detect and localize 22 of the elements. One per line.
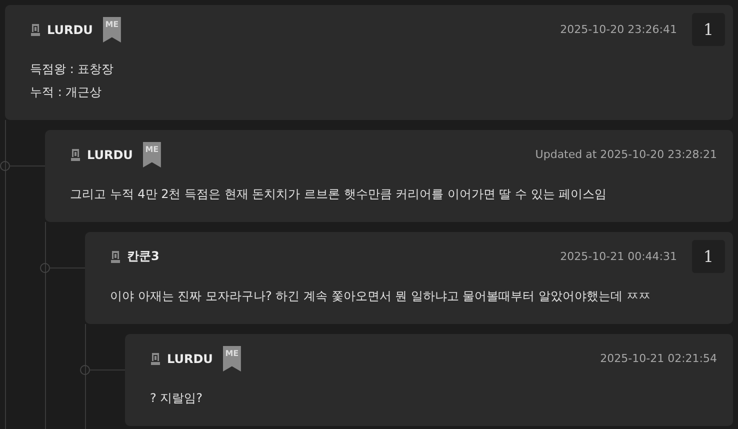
comment-text: 이야 아재는 진짜 모자라구나? 하긴 계속 쫓아오면서 뭔 일하냐고 물어볼때부터 알았어야했는데 ㅉㅉ — [110, 288, 652, 305]
author-name[interactable]: LURDU — [47, 22, 93, 36]
comment-text: 득점왕 : 표창장 — [30, 61, 115, 78]
user-icon — [30, 23, 41, 36]
reply-count[interactable]: 1 — [692, 240, 725, 273]
user-icon — [110, 250, 121, 263]
author-name[interactable]: 칸쿤3 — [127, 248, 160, 265]
user-icon — [150, 352, 161, 365]
me-badge: ME — [102, 16, 121, 42]
author-name[interactable]: LURDU — [167, 352, 213, 366]
user-icon — [70, 148, 81, 161]
timestamp: 2025-10-21 02:21:54 — [600, 352, 717, 365]
timestamp: Updated at 2025-10-20 23:28:21 — [535, 148, 717, 161]
author-name[interactable]: LURDU — [87, 148, 133, 162]
comment-text: 누적 : 개근상 — [30, 84, 103, 101]
comment-text: ? 지랄임? — [150, 390, 204, 407]
timestamp: 2025-10-20 23:26:41 — [560, 23, 677, 36]
comment-text: 그리고 누적 4만 2천 득점은 현재 돈치치가 르브론 햇수만큼 커리어를 이어가면 딸 수 있는 페이스임 — [70, 186, 608, 203]
me-badge: ME — [222, 346, 241, 372]
reply-count[interactable]: 1 — [692, 13, 725, 46]
me-badge: ME — [142, 142, 161, 168]
timestamp: 2025-10-21 00:44:31 — [560, 250, 677, 263]
